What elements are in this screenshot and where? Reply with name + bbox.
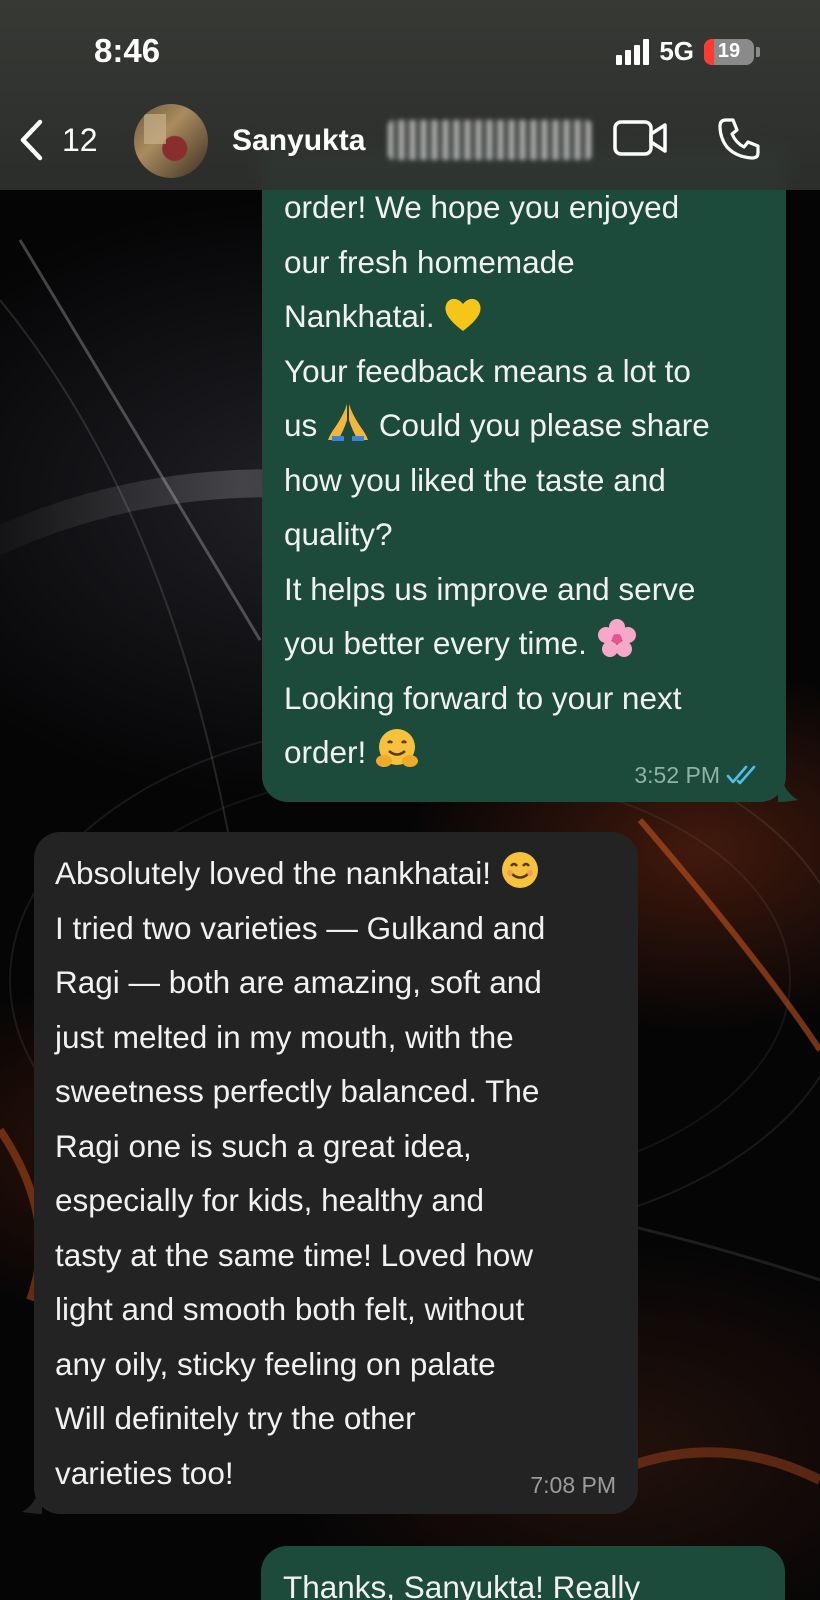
battery-percent: 19 [717,40,741,62]
message-line: sweetness perfectly balanced. The [55,1073,540,1109]
voice-call-button[interactable] [716,116,762,167]
message-time: 7:08 PM [530,1472,616,1498]
battery-icon: 19 [704,38,754,65]
message-line: It helps us improve and serve [284,570,696,607]
contact-name[interactable]: Sanyukta [232,124,365,158]
status-indicators: 5G 19 [616,36,760,67]
message-line: especially for kids, healthy and [55,1182,484,1218]
message-time: 3:52 PM [634,762,720,788]
incoming-message[interactable]: Absolutely loved the nankhatai! I tried … [34,832,638,1514]
message-line: Will definitely try the other [55,1400,416,1436]
message-line: how you liked the taste and [284,461,666,498]
message-line: just melted in my mouth, with the [55,1018,514,1055]
read-receipt-icon [726,765,756,785]
message-line: Absolutely loved the nankhatai! [55,846,620,901]
bubble-tail [778,760,798,802]
status-time: 8:46 [94,32,161,69]
message-line: Looking forward to your next [284,679,682,716]
bubble-tail [22,1474,42,1514]
phone-icon [718,118,760,160]
network-type: 5G [659,36,694,66]
message-line: light and smooth both felt, without [55,1291,525,1327]
message-line: us Could you please share [284,398,764,453]
video-call-button[interactable] [612,118,670,163]
message-line: Your feedback means a lot to [284,352,691,389]
message-line: quality? [284,516,393,552]
redacted-surname [388,120,592,160]
smiling-face-icon [501,852,538,888]
message-line: tasty at the same time! Loved how [55,1236,533,1273]
message-line: our fresh homemade [284,243,575,280]
chat-header: 8:46 5G 19 12 Sanyukta [0,0,820,190]
chevron-left-icon [20,119,43,161]
outgoing-message[interactable]: order! We hope you enjoyed our fresh hom… [262,150,786,802]
signal-icon [616,38,650,65]
yellow-heart-icon [445,298,481,331]
message-line: Ragi one is such a great idea, [55,1127,472,1164]
back-button[interactable]: 12 [18,118,98,162]
video-camera-icon [613,120,667,156]
message-meta: 7:08 PM [530,1472,616,1498]
message-line: Thanks, Sanyukta! Really [283,1569,641,1600]
message-line: you better every time. [284,616,764,671]
hugging-face-icon [376,729,419,767]
message-meta: 3:52 PM [634,762,760,788]
unread-count: 12 [62,121,98,158]
battery-cap [756,46,760,57]
chat-screen: 8:46 5G 19 12 Sanyukta order! We hope yo… [0,0,820,1600]
message-line: I tried two varieties — Gulkand and [55,909,546,946]
folded-hands-icon [328,404,369,441]
contact-avatar[interactable] [134,104,208,178]
message-line: Nankhatai. [284,289,764,344]
outgoing-message[interactable]: Thanks, Sanyukta! Really [261,1546,785,1600]
message-line: Ragi — both are amazing, soft and [55,964,542,1000]
message-line: any oily, sticky feeling on palate [55,1345,496,1382]
battery-level [704,38,714,65]
cherry-blossom-icon [597,619,636,657]
